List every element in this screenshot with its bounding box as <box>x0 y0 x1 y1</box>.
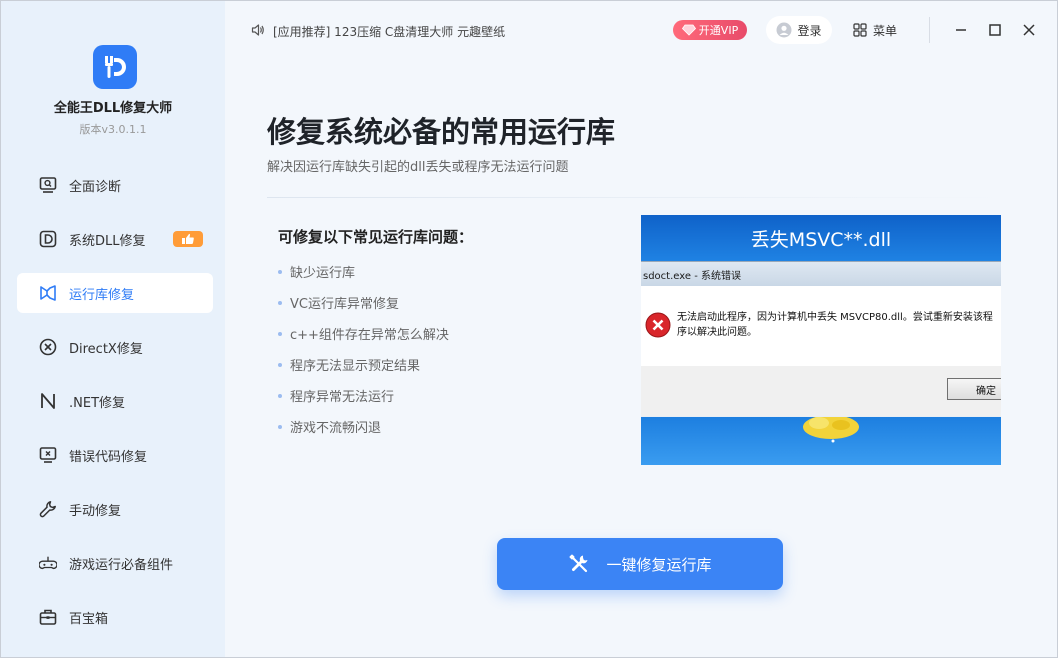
sidebar-item-label: DirectX修复 <box>69 341 143 357</box>
net-n-icon <box>39 392 57 410</box>
list-item: c++组件存在异常怎么解决 <box>278 324 449 343</box>
menu-label: 菜单 <box>873 23 898 38</box>
one-click-repair-button[interactable]: 一键修复运行库 <box>497 538 783 590</box>
toolbox-icon <box>39 608 57 626</box>
page-title: 修复系统必备的常用运行库 <box>267 115 616 149</box>
issue-text: VC运行库异常修复 <box>290 297 399 312</box>
example-error-screenshot: 丢失MSVC**.dll sdoct.exe - 系统错误 无法启动此程序，因为… <box>641 215 1001 465</box>
screenshot-banner: 丢失MSVC**.dll <box>641 215 1001 261</box>
bullet-dot <box>278 362 282 367</box>
sidebar-item-label: 错误代码修复 <box>69 449 148 465</box>
circle-x-icon <box>39 338 57 356</box>
screen-search-icon <box>39 176 57 194</box>
app-window: 全能王DLL修复大师 版本v3.0.1.1 全面诊断 系统DLL修复 运行库修复 <box>0 0 1058 658</box>
list-item: 游戏不流畅闪退 <box>278 417 381 436</box>
page-subtitle: 解决因运行库缺失引起的dll丢失或程序无法运行问题 <box>267 160 569 175</box>
list-item: VC运行库异常修复 <box>278 293 399 312</box>
cta-label: 一键修复运行库 <box>606 555 712 574</box>
section-divider <box>267 197 1001 198</box>
dialog-title: sdoct.exe - 系统错误 <box>641 262 1001 286</box>
sidebar-item-manual-repair[interactable]: 手动修复 <box>17 489 213 529</box>
app-version: 版本v3.0.1.1 <box>79 123 147 136</box>
sidebar-item-label: 全面诊断 <box>69 179 122 195</box>
sidebar: 全能王DLL修复大师 版本v3.0.1.1 全面诊断 系统DLL修复 运行库修复 <box>1 1 225 657</box>
issue-text: 程序无法显示预定结果 <box>290 359 421 374</box>
issue-text: 缺少运行库 <box>290 266 356 281</box>
error-message: 无法启动此程序，因为计算机中丢失 MSVCP80.dll。尝试重新安装该程序以解… <box>677 312 993 338</box>
wrench-icon <box>39 500 57 518</box>
list-item: 程序无法显示预定结果 <box>278 355 420 374</box>
bullet-dot <box>278 393 282 398</box>
sidebar-item-game-components[interactable]: 游戏运行必备组件 <box>17 543 213 583</box>
issues-heading: 可修复以下常见运行库问题： <box>278 228 474 246</box>
error-dialog: sdoct.exe - 系统错误 无法启动此程序，因为计算机中丢失 MSVCP8… <box>641 261 1001 417</box>
sidebar-item-directx[interactable]: DirectX修复 <box>17 327 213 367</box>
sidebar-item-label: 系统DLL修复 <box>69 233 146 249</box>
close-icon <box>1023 24 1035 36</box>
sidebar-item-dotnet[interactable]: .NET修复 <box>17 381 213 421</box>
top-bar: [应用推荐] 123压缩 C盘清理大师 元趣壁纸 开通VIP 登录 菜单 <box>225 1 1057 61</box>
issue-text: 游戏不流畅闪退 <box>290 421 382 436</box>
news-text: [应用推荐] 123压缩 C盘清理大师 元趣壁纸 <box>273 25 506 39</box>
login-button[interactable]: 登录 <box>766 16 832 44</box>
vip-label: 开通VIP <box>698 24 739 37</box>
issue-text: 程序异常无法运行 <box>290 390 395 405</box>
menu-button[interactable]: 菜单 <box>853 16 897 44</box>
desktop-background <box>641 415 1001 465</box>
bullet-dot <box>278 269 282 274</box>
app-name: 全能王DLL修复大师 <box>53 101 173 116</box>
speaker-icon <box>251 23 265 40</box>
open-vip-button[interactable]: 开通VIP <box>673 20 747 40</box>
gamepad-icon <box>39 554 57 572</box>
app-logo <box>93 45 137 89</box>
sidebar-item-runtime-repair[interactable]: 运行库修复 <box>17 273 213 313</box>
dialog-footer: 确定 <box>641 366 1001 416</box>
login-label: 登录 <box>797 23 822 38</box>
user-avatar-icon <box>776 22 792 38</box>
issue-text: c++组件存在异常怎么解决 <box>290 328 449 343</box>
list-item: 程序异常无法运行 <box>278 386 394 405</box>
close-button[interactable] <box>1017 18 1041 42</box>
dialog-ok-button: 确定 <box>947 378 1001 400</box>
error-icon <box>645 312 671 338</box>
sidebar-item-error-code[interactable]: 错误代码修复 <box>17 435 213 475</box>
thumbs-up-icon <box>182 233 194 244</box>
sidebar-item-toolbox[interactable]: 百宝箱 <box>17 597 213 637</box>
bowtie-runtime-icon <box>39 284 57 302</box>
minimize-button[interactable] <box>949 18 973 42</box>
sidebar-item-full-diagnosis[interactable]: 全面诊断 <box>17 165 213 205</box>
sidebar-item-label: 运行库修复 <box>69 287 135 303</box>
bullet-dot <box>278 331 282 336</box>
sidebar-item-label: 游戏运行必备组件 <box>69 557 174 573</box>
monitor-error-icon <box>39 446 57 464</box>
minimize-icon <box>956 29 966 31</box>
tools-icon <box>568 553 590 575</box>
maximize-icon <box>989 24 1001 36</box>
diamond-icon <box>681 24 696 36</box>
sidebar-item-label: 百宝箱 <box>69 611 109 627</box>
dialog-body: 无法启动此程序，因为计算机中丢失 MSVCP80.dll。尝试重新安装该程序以解… <box>641 286 1001 366</box>
sidebar-item-label: 手动修复 <box>69 503 122 519</box>
sidebar-item-system-dll[interactable]: 系统DLL修复 <box>17 219 213 259</box>
sidebar-item-label: .NET修复 <box>69 395 126 411</box>
recommend-badge <box>173 231 203 247</box>
topbar-divider <box>929 17 930 43</box>
list-item: 缺少运行库 <box>278 262 355 281</box>
dll-d-icon <box>39 230 57 248</box>
bullet-dot <box>278 300 282 305</box>
flower-decoration <box>803 415 859 443</box>
grid-menu-icon <box>853 23 867 37</box>
app-recommend-banner[interactable]: [应用推荐] 123压缩 C盘清理大师 元趣壁纸 <box>251 23 505 40</box>
dll-logo-icon <box>105 56 126 78</box>
bullet-dot <box>278 424 282 429</box>
maximize-button[interactable] <box>983 18 1007 42</box>
